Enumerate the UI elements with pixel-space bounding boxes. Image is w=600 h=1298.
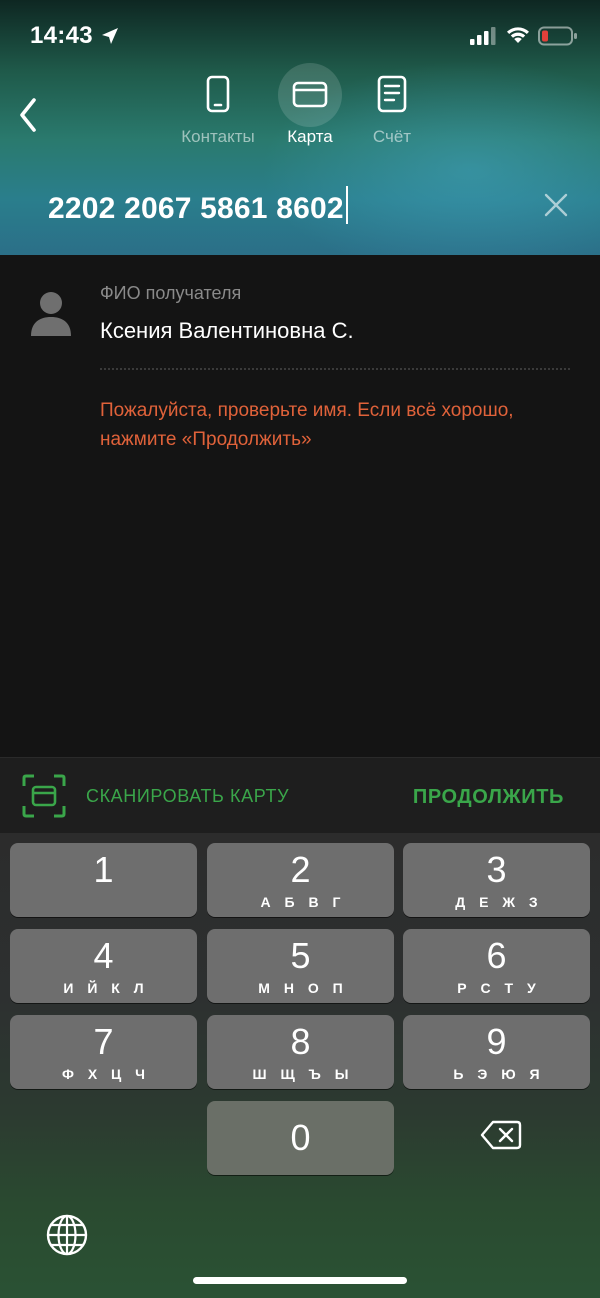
key-4[interactable]: 4 И Й К Л xyxy=(10,929,197,1003)
key-letters: И Й К Л xyxy=(63,980,149,996)
key-digit: 7 xyxy=(93,1021,114,1062)
tab-account-label: Счёт xyxy=(372,127,412,146)
tab-account[interactable]: Счёт xyxy=(347,60,437,160)
card-number-value: 2202 2067 5861 8602 xyxy=(48,192,344,225)
key-letters: Ь Э Ю Я xyxy=(453,1066,545,1082)
key-letters: Ф Х Ц Ч xyxy=(61,1066,151,1082)
key-digit: 1 xyxy=(93,849,114,890)
globe-icon[interactable] xyxy=(45,1213,89,1257)
key-letters: А Б В Г xyxy=(260,894,346,910)
key-2[interactable]: 2 А Б В Г xyxy=(207,843,394,917)
credit-card-icon xyxy=(292,81,328,108)
key-0[interactable]: 0 xyxy=(207,1101,394,1175)
document-icon xyxy=(377,75,407,113)
key-digit: 9 xyxy=(486,1021,507,1062)
recipient-name: Ксения Валентиновна С. xyxy=(100,318,354,343)
transfer-type-tabs: Контакты Карта Счёт xyxy=(0,60,600,160)
continue-button[interactable]: ПРОДОЛЖИТЬ xyxy=(413,786,564,809)
key-letters: Р С Т У xyxy=(457,980,541,996)
divider xyxy=(100,368,570,370)
person-icon xyxy=(31,292,71,336)
action-bar: СКАНИРОВАТЬ КАРТУ ПРОДОЛЖИТЬ xyxy=(0,757,600,833)
key-letters: Д Е Ж З xyxy=(455,894,543,910)
key-3[interactable]: 3 Д Е Ж З xyxy=(403,843,590,917)
text-caret xyxy=(345,186,348,224)
tab-card-label: Карта xyxy=(287,127,333,146)
close-icon[interactable] xyxy=(544,193,568,217)
key-digit: 8 xyxy=(290,1021,311,1062)
tab-card[interactable]: Карта xyxy=(265,60,355,160)
cellular-signal-icon xyxy=(470,27,496,45)
key-digit: 2 xyxy=(290,849,311,890)
key-letters: Ш Щ Ъ Ы xyxy=(252,1066,354,1082)
tab-contacts[interactable]: Контакты xyxy=(173,60,263,160)
name-check-warning: Пожалуйста, проверьте имя. Если всё хоро… xyxy=(100,400,514,450)
recipient-label: ФИО получателя xyxy=(100,283,242,303)
status-time: 14:43 xyxy=(30,22,93,49)
key-9[interactable]: 9 Ь Э Ю Я xyxy=(403,1015,590,1089)
key-1[interactable]: 1 xyxy=(10,843,197,917)
key-digit: 6 xyxy=(486,935,507,976)
key-5[interactable]: 5 М Н О П xyxy=(207,929,394,1003)
tab-contacts-label: Контакты xyxy=(181,127,255,146)
key-digit: 0 xyxy=(290,1117,311,1158)
phone-icon xyxy=(206,75,230,113)
scan-card-button[interactable]: СКАНИРОВАТЬ КАРТУ xyxy=(86,786,289,807)
key-letters: М Н О П xyxy=(258,980,348,996)
location-arrow-icon xyxy=(102,28,118,44)
backspace-icon[interactable] xyxy=(480,1119,522,1151)
key-digit: 3 xyxy=(486,849,507,890)
home-indicator xyxy=(193,1277,407,1284)
key-8[interactable]: 8 Ш Щ Ъ Ы xyxy=(207,1015,394,1089)
scan-card-icon[interactable] xyxy=(22,774,66,818)
wifi-icon xyxy=(507,27,529,43)
battery-icon xyxy=(538,26,577,46)
key-digit: 5 xyxy=(290,935,311,976)
card-number-input[interactable]: 2202 2067 5861 8602 xyxy=(48,186,348,226)
key-7[interactable]: 7 Ф Х Ц Ч xyxy=(10,1015,197,1089)
key-digit: 4 xyxy=(93,935,114,976)
key-6[interactable]: 6 Р С Т У xyxy=(403,929,590,1003)
